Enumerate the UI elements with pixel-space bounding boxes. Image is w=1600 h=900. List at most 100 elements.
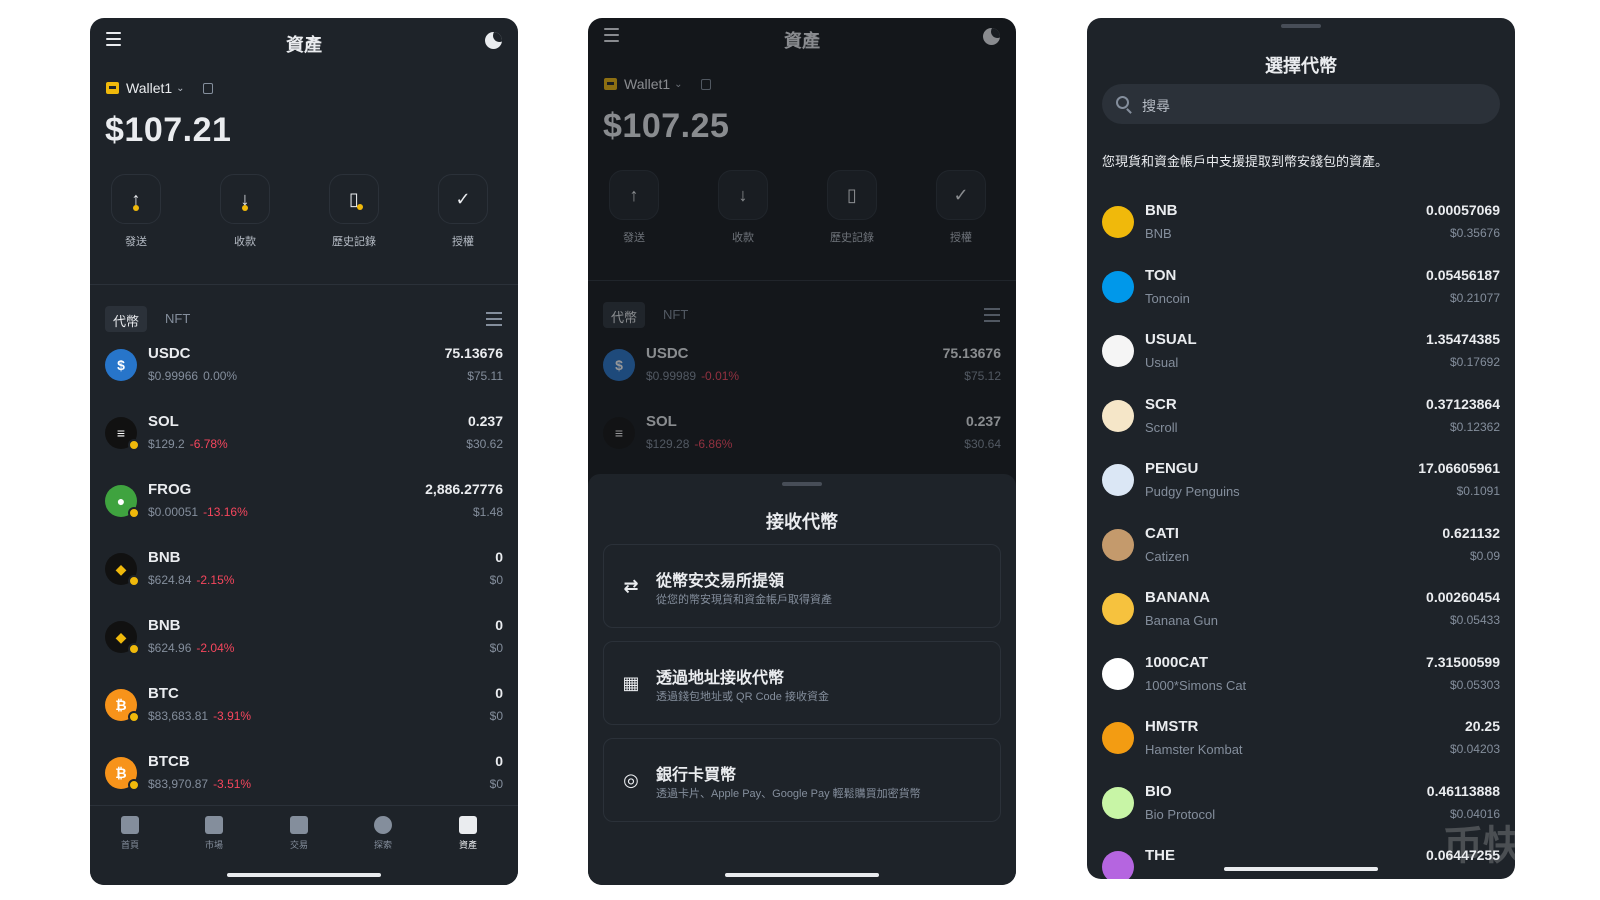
wallet-selector[interactable]: Wallet1 ⌄ xyxy=(604,76,711,92)
history-button[interactable]: ▯ 歷史記錄 xyxy=(822,170,882,245)
tab-tokens[interactable]: 代幣 xyxy=(105,306,148,332)
nav-assets[interactable]: 資產 xyxy=(440,816,496,851)
sheet-handle[interactable] xyxy=(1281,24,1321,28)
coin-glyph: ◆ xyxy=(115,628,127,645)
asset-change: -6.86% xyxy=(694,437,733,451)
token-symbol: BANANA xyxy=(1145,589,1210,606)
theme-toggle-icon[interactable] xyxy=(485,32,502,49)
token-row[interactable]: HMSTR Hamster Kombat 20.25 $0.04203 xyxy=(1102,716,1500,768)
token-row[interactable]: THE 0.06447255 xyxy=(1102,845,1500,879)
asset-row[interactable]: ≡ SOL $129.2 -6.78% 0.237 $30.62 xyxy=(105,411,503,463)
token-row[interactable]: 1000CAT 1000*Simons Cat 7.31500599 $0.05303 xyxy=(1102,652,1500,704)
nav-market[interactable]: 市場 xyxy=(186,816,242,851)
token-amount: 7.31500599 xyxy=(1426,653,1500,670)
authorize-button[interactable]: ✓ 授權 xyxy=(433,174,493,249)
token-value: $0.35676 xyxy=(1449,226,1500,240)
token-row[interactable]: BNB BNB 0.00057069 $0.35676 xyxy=(1102,200,1500,252)
token-row[interactable]: PENGU Pudgy Penguins 17.06605961 $0.1091 xyxy=(1102,458,1500,510)
buy-with-card-option[interactable]: ◎ 銀行卡買幣 透過卡片、Apple Pay、Google Pay 輕鬆購買加密… xyxy=(603,738,1001,822)
token-value: $0.04203 xyxy=(1449,742,1500,756)
coin-glyph: ₿ xyxy=(115,697,127,713)
coin-glyph: ◆ xyxy=(115,560,127,577)
search-input[interactable]: 搜尋 xyxy=(1102,84,1500,124)
filter-icon[interactable] xyxy=(984,308,1000,322)
tab-tokens[interactable]: 代幣 xyxy=(603,302,646,328)
receive-screen: 資產 Wallet1 ⌄ $107.25 ↑ 發送 ↓ 收款 ▯ 歷史記錄 ✓ 授權 代… xyxy=(588,18,1016,885)
token-name: Banana Gun xyxy=(1145,613,1219,628)
token-row[interactable]: SCR Scroll 0.37123864 $0.12362 xyxy=(1102,394,1500,446)
the-token-icon xyxy=(1102,851,1134,879)
asset-price-value: $0.99966 xyxy=(148,369,199,383)
token-row[interactable]: BIO Bio Protocol 0.46113888 $0.04016 xyxy=(1102,781,1500,833)
wallet-icon xyxy=(106,82,119,94)
asset-price: $624.96 -2.04% xyxy=(148,641,234,655)
token-symbol: PENGU xyxy=(1145,460,1199,477)
asset-symbol: FROG xyxy=(148,481,192,498)
token-row[interactable]: CATI Catizen 0.621132 $0.09 xyxy=(1102,523,1500,575)
usual-token-icon xyxy=(1102,335,1134,367)
usdc-coin-icon: $ xyxy=(105,349,137,381)
option-desc: 從您的幣安現貨和資金帳戶取得資產 xyxy=(656,594,832,606)
token-row[interactable]: USUAL Usual 1.35474385 $0.17692 xyxy=(1102,329,1500,381)
asset-row[interactable]: $ USDC $0.99966 0.00% 75.13676 $75.11 xyxy=(105,343,503,395)
asset-row[interactable]: $ USDC $0.99989 -0.01% 75.13676 $75.12 xyxy=(603,343,1001,395)
bottom-nav: 首頁 市場 交易 探索 資產 xyxy=(90,805,518,885)
nav-explore[interactable]: 探索 xyxy=(355,816,411,851)
wallet-name: Wallet1 xyxy=(624,76,671,92)
token-symbol: BNB xyxy=(1145,202,1178,219)
chain-badge-icon xyxy=(128,779,140,791)
withdraw-from-exchange-option[interactable]: ⇄ 從幣安交易所提領 從您的幣安現貨和資金帳戶取得資產 xyxy=(603,544,1001,628)
page-title: 資產 xyxy=(286,35,322,55)
asset-symbol: BTCB xyxy=(148,753,190,770)
asset-symbol: USDC xyxy=(646,345,689,362)
receive-button[interactable]: ↓ 收款 xyxy=(215,174,275,249)
receive-label: 收款 xyxy=(732,232,754,244)
token-row[interactable]: BANANA Banana Gun 0.00260454 $0.05433 xyxy=(1102,587,1500,639)
token-symbol: 1000CAT xyxy=(1145,653,1209,671)
asset-price: $0.99966 0.00% xyxy=(148,369,237,383)
nav-home[interactable]: 首頁 xyxy=(102,816,158,851)
authorize-button[interactable]: ✓ 授權 xyxy=(931,170,991,245)
coin-glyph: ₿ xyxy=(115,765,127,781)
send-button[interactable]: ↑ 發送 xyxy=(604,170,664,245)
tab-nft[interactable]: NFT xyxy=(157,306,198,332)
asset-change: -2.15% xyxy=(196,573,235,587)
receive-button[interactable]: ↓ 收款 xyxy=(713,170,773,245)
chain-badge-icon xyxy=(128,507,140,519)
theme-toggle-icon[interactable] xyxy=(983,28,1000,45)
asset-tabs: 代幣 NFT xyxy=(105,306,502,334)
token-name: 1000*Simons Cat xyxy=(1145,677,1247,693)
nav-explore-label: 探索 xyxy=(373,840,392,850)
sol-coin-icon: ≡ xyxy=(603,417,635,449)
asset-row[interactable]: ₿ BTCB $83,970.87 -3.51% 0 $0 xyxy=(105,751,503,803)
asset-row[interactable]: ≡ SOL $129.28 -6.86% 0.237 $30.64 xyxy=(603,411,1001,463)
authorize-label: 授權 xyxy=(452,236,474,248)
filter-icon[interactable] xyxy=(486,312,502,326)
asset-row[interactable]: ● FROG $0.00051 -13.16% 2,886.27776 $1.48 xyxy=(105,479,503,531)
asset-row[interactable]: ◆ BNB $624.84 -2.15% 0 $0 xyxy=(105,547,503,599)
token-amount: 17.06605961 xyxy=(1418,460,1500,476)
asset-row[interactable]: ◆ BNB $624.96 -2.04% 0 $0 xyxy=(105,615,503,667)
history-button[interactable]: ▯ 歷史記錄 xyxy=(324,174,384,249)
asset-row[interactable]: ₿ BTC $83,683.81 -3.91% 0 $0 xyxy=(105,683,503,735)
nav-trade[interactable]: 交易 xyxy=(271,816,327,851)
receive-by-address-option[interactable]: ▦ 透過地址接收代幣 透過錢包地址或 QR Code 接收資金 xyxy=(603,641,1001,725)
option-desc: 透過卡片、Apple Pay、Google Pay 輕鬆購買加密貨幣 xyxy=(656,788,921,800)
sheet-handle[interactable] xyxy=(782,482,822,486)
chain-badge-icon xyxy=(128,439,140,451)
token-name: BNB xyxy=(1145,226,1172,241)
token-row[interactable]: TON Toncoin 0.05456187 $0.21077 xyxy=(1102,265,1500,317)
send-button[interactable]: ↑ 發送 xyxy=(106,174,166,249)
copy-icon[interactable] xyxy=(700,78,711,90)
token-symbol: TON xyxy=(1145,266,1177,284)
tab-nft[interactable]: NFT xyxy=(655,302,696,328)
top-bar: 資產 xyxy=(588,18,1016,62)
copy-icon[interactable] xyxy=(202,82,213,94)
asset-symbol: BNB xyxy=(148,549,181,566)
asset-price-value: $624.96 xyxy=(148,641,192,655)
wallet-selector[interactable]: Wallet1 ⌄ xyxy=(106,80,213,96)
send-icon: ↑ xyxy=(111,174,161,224)
asset-price: $0.99989 -0.01% xyxy=(646,369,739,383)
bnb-coin-icon: ◆ xyxy=(105,621,140,655)
nav-assets-label: 資產 xyxy=(458,840,477,850)
